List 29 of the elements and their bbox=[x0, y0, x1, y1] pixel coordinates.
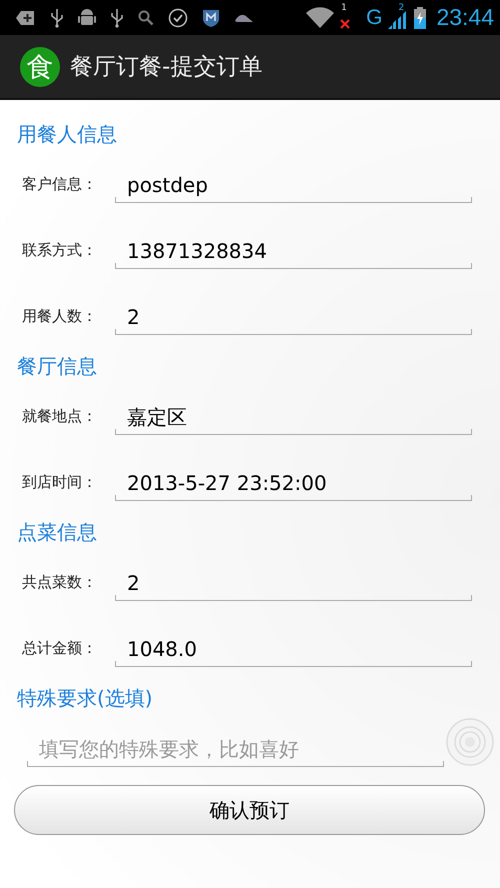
field-label: 客户信息： bbox=[21, 174, 98, 194]
section-title: 餐厅信息 bbox=[16, 353, 98, 380]
field-label: 到店时间： bbox=[21, 472, 98, 492]
field-label: 就餐地点： bbox=[21, 406, 98, 426]
wifi-icon bbox=[306, 6, 334, 28]
section-title: 用餐人信息 bbox=[16, 121, 118, 148]
add-notification-icon bbox=[16, 10, 36, 26]
field-label: 联系方式： bbox=[21, 240, 98, 260]
sim-slot-number: 2 bbox=[398, 2, 404, 12]
field-label: 用餐人数： bbox=[21, 306, 98, 326]
search-icon bbox=[138, 10, 154, 26]
network-type: G bbox=[366, 6, 382, 30]
section-title: 点菜信息 bbox=[16, 519, 98, 546]
app-logo: 食 bbox=[20, 46, 60, 86]
clock-time: 23:44 bbox=[436, 4, 494, 31]
floating-touch-icon[interactable] bbox=[446, 718, 494, 766]
signal-icon bbox=[388, 10, 408, 28]
usb-icon bbox=[50, 8, 64, 28]
section-title: 特殊要求(选填) bbox=[16, 685, 154, 712]
sim-slot-number: 1 bbox=[341, 2, 347, 12]
usb-icon bbox=[110, 8, 124, 28]
no-signal-icon bbox=[340, 18, 350, 28]
checkmark-icon bbox=[168, 8, 188, 28]
confirm-button[interactable]: 确认预订 bbox=[14, 785, 485, 835]
battery-icon bbox=[414, 6, 426, 28]
field-label: 共点菜数： bbox=[21, 572, 98, 592]
screen-title: 餐厅订餐-提交订单 bbox=[70, 53, 262, 82]
field-label: 总计金额： bbox=[21, 638, 98, 658]
shield-icon bbox=[202, 8, 220, 28]
